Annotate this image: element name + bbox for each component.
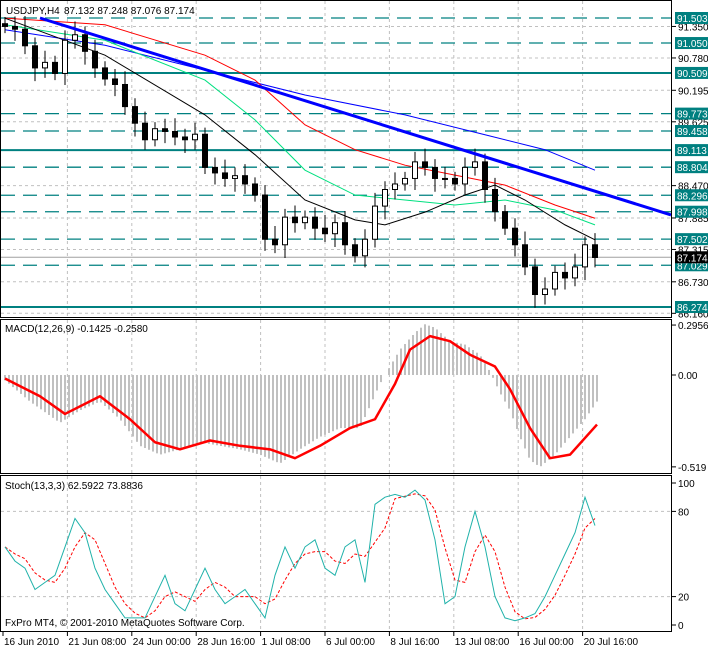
candle-body [302,216,308,224]
trading-chart[interactable]: 16 Jun 2010 21 Jun 08:00 24 Jun 00:00 28 Ju… [0,0,708,648]
candle-body [392,183,398,191]
time-label: 16 Jul 00:00 [519,637,574,648]
chart-symbol-title: USDJPY,H4 [6,6,60,17]
price-tick-label: 86.730 [678,278,708,289]
candle-body [452,177,458,185]
candle-body [522,244,528,268]
time-label: 20 Jul 16:00 [584,637,639,648]
candle-body [182,136,188,141]
ohlc-values: 87.132 87.248 87.076 87.174 [64,6,195,17]
level-label: 87.502 [677,235,708,246]
candle-body [382,189,388,207]
candle-body [112,78,118,85]
candle-body [122,83,128,108]
price-tick-label: 90.195 [678,86,708,97]
candle-body [72,34,78,41]
candle-body [482,161,488,191]
candle-body [32,45,38,69]
candle-body [272,238,278,246]
candle-body [492,189,498,213]
copyright-text: FxPro MT4, © 2001-2010 MetaQuotes Softwa… [5,618,245,629]
level-label: 88.296 [677,191,708,202]
candle-body [82,34,88,52]
candle-body [202,133,208,168]
candle-body [472,161,478,168]
macd-title: MACD(12,26,9) -0.1425 -0.2580 [5,324,148,335]
time-label: 13 Jul 08:00 [455,637,510,648]
candle-body [422,161,428,168]
macd-tick-label: 0.2956 [678,321,708,332]
level-label: 89.113 [677,146,707,157]
candle-body [562,271,568,279]
candle-body [432,166,438,179]
level-label: 88.804 [677,163,708,174]
candle-body [2,23,8,27]
candle-body [542,288,548,296]
time-label: 16 Jun 2010 [4,637,59,648]
time-label: 24 Jun 00:00 [133,637,191,648]
candle-body [462,166,468,185]
level-label: 90.509 [677,69,708,80]
candle-body [282,216,288,246]
candle-body [222,172,228,179]
candle-body [162,128,168,132]
candle-body [212,166,218,174]
macd-tick-label: 0.00 [678,371,698,382]
candle-body [412,161,418,179]
price-tick-label: 90.780 [678,54,708,65]
candle-body [132,106,138,124]
level-label: 89.458 [677,127,708,138]
stoch-tick-label: 80 [678,507,690,518]
time-label: 28 Jun 16:00 [197,637,255,648]
candle-body [332,222,338,235]
candle-body [322,227,328,235]
candle-body [572,266,578,279]
candle-body [192,133,198,141]
candle-body [22,28,28,47]
stoch-tick-label: 20 [678,593,690,604]
level-label: 91.050 [677,39,708,50]
candle-body [292,216,298,224]
candle-body [12,25,18,30]
candle-body [442,177,448,180]
candle-body [592,244,598,258]
stoch-tick-label: 0 [678,621,684,632]
level-label: 87.998 [677,208,708,219]
level-label: 86.274 [677,303,708,314]
candle-body [242,175,248,185]
time-label: 1 Jul 08:00 [262,637,311,648]
candle-body [352,244,358,257]
candle-body [312,216,318,229]
candle-body [262,194,268,240]
macd-tick-label: -0.519 [678,463,707,474]
candle-body [152,128,158,141]
candle-body [362,238,368,257]
candle-body [62,39,68,74]
candle-body [252,183,258,196]
candle-body [342,222,348,246]
time-label: 21 Jun 08:00 [68,637,126,648]
candle-body [52,61,58,74]
current-price-label: 87.174 [677,253,708,264]
level-label: 91.503 [677,14,708,25]
candle-body [552,271,558,290]
candle-body [502,211,508,229]
candle-body [512,227,518,246]
stoch-tick-label: 100 [678,479,695,490]
time-label: 6 Jul 00:00 [326,637,375,648]
candle-body [142,122,148,141]
candle-body [532,266,538,296]
candle-body [372,205,378,240]
time-label: 8 Jul 16:00 [390,637,439,648]
candle-body [582,244,588,268]
candle-body [92,50,98,69]
stoch-title: Stoch(13,3,3) 62.5922 73.8836 [5,481,143,492]
candle-body [42,61,48,69]
level-label: 89.773 [677,110,708,121]
candle-body [172,130,178,138]
candle-body [102,67,108,80]
candle-body [402,177,408,185]
candle-body [232,175,238,179]
